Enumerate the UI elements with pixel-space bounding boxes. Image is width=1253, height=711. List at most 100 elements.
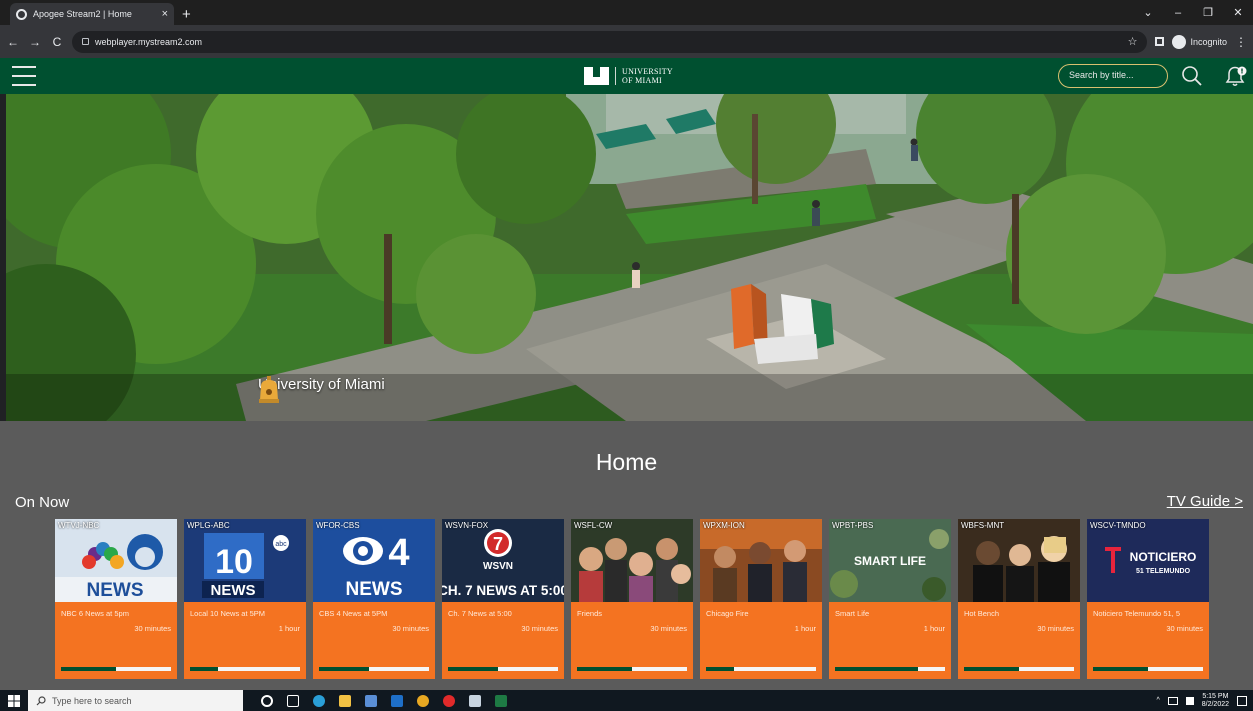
program-title: CBS 4 News at 5PM	[319, 609, 388, 618]
store-icon[interactable]	[365, 694, 377, 707]
taskbar-apps	[261, 694, 507, 707]
program-title: Noticiero Telemundo 51, 5	[1093, 609, 1180, 618]
page-title: Home	[595, 449, 658, 475]
progress-fill	[706, 667, 734, 671]
windows-start-icon[interactable]	[0, 690, 28, 711]
hero-caption: University of Miami	[258, 376, 385, 403]
channel-thumbnail: 7 WSVN CH. 7 NEWS AT 5:00 WSVN-FOX	[442, 519, 564, 602]
taskbar-clock[interactable]: 5:15 PM 8/2/2022	[1202, 693, 1229, 709]
tray-chevron-icon[interactable]: ^	[1156, 697, 1159, 704]
outlook-icon[interactable]	[391, 694, 403, 707]
channel-card[interactable]: NOTICIERO 51 TELEMUNDO WSCV-TMNDO Notici…	[1087, 519, 1209, 679]
paint-icon[interactable]	[469, 694, 481, 707]
excel-icon[interactable]	[495, 694, 507, 707]
lock-icon[interactable]	[82, 38, 89, 45]
program-progress-bar	[1093, 667, 1203, 671]
thumb-extra: WSVN	[483, 561, 513, 572]
app-header: UNIVERSITY OF MIAMI Search by title...	[0, 58, 1253, 94]
program-duration: 1 hour	[278, 624, 300, 633]
channel-thumbnail: WSFL-CW	[571, 519, 693, 602]
program-title: NBC 6 News at 5pm	[61, 609, 129, 618]
reload-button[interactable]: C	[50, 35, 64, 49]
channel-callsign: WPXM-ION	[703, 521, 745, 530]
channel-callsign: WSFL-CW	[574, 521, 613, 530]
channel-callsign: WTVJ-NBC	[58, 521, 100, 530]
university-logo[interactable]: UNIVERSITY OF MIAMI	[584, 67, 673, 85]
network-icon[interactable]	[1167, 696, 1178, 705]
progress-fill	[61, 667, 116, 671]
hero-banner: University of Miami	[6, 94, 1253, 421]
taskbar-search-placeholder: Type here to search	[52, 695, 132, 706]
bell-badge-icon	[259, 376, 279, 403]
logo-line-1: UNIVERSITY	[622, 67, 673, 76]
address-bar[interactable]: webplayer.mystream2.com ☆	[72, 30, 1148, 53]
section-heading-on-now: On Now	[15, 494, 70, 511]
browser-toolbar: ← → C webplayer.mystream2.com ☆ Incognit…	[0, 25, 1253, 58]
task-view-icon[interactable]	[287, 694, 299, 707]
restore-button[interactable]: ❐	[1193, 6, 1223, 19]
channel-card[interactable]: 4 NEWS WFOR-CBS CBS 4 News at 5PM 30 min…	[313, 519, 435, 679]
search-icon[interactable]	[1181, 65, 1203, 87]
channel-card[interactable]: NEWS WTVJ-NBC NBC 6 News at 5pm 30 minut…	[55, 519, 177, 679]
cortana-icon[interactable]	[261, 694, 273, 707]
program-progress-bar	[706, 667, 816, 671]
url-text[interactable]: webplayer.mystream2.com	[95, 37, 1122, 47]
channel-card[interactable]: 10 abc NEWS WPLG-ABC Local 10 News at 5P…	[184, 519, 306, 679]
progress-fill	[190, 667, 218, 671]
channel-card[interactable]: SMART LIFE WPBT-PBS Smart Life 1 hour	[829, 519, 951, 679]
tv-guide-link[interactable]: TV Guide >	[1167, 493, 1243, 510]
program-title: Local 10 News at 5PM	[190, 609, 266, 618]
bookmark-star-icon[interactable]: ☆	[1128, 35, 1138, 48]
program-duration: 30 minutes	[392, 624, 429, 633]
program-progress-bar	[964, 667, 1074, 671]
edge-icon[interactable]	[313, 694, 325, 707]
program-duration: 1 hour	[794, 624, 816, 633]
browser-tab[interactable]: Apogee Stream2 | Home ×	[10, 3, 174, 25]
channel-callsign: WPLG-ABC	[187, 521, 230, 530]
clock-time: 5:15 PM	[1202, 692, 1229, 700]
browser-tabbar: Apogee Stream2 | Home × + ⌄ ‒ ❐ ✕	[0, 0, 1253, 25]
logo-line-2: OF MIAMI	[622, 76, 662, 85]
program-progress-bar	[448, 667, 558, 671]
program-title: Ch. 7 News at 5:00	[448, 609, 512, 618]
extensions-icon[interactable]	[1155, 37, 1165, 46]
close-window-button[interactable]: ✕	[1223, 6, 1253, 19]
tab-close-icon[interactable]: ×	[162, 8, 168, 20]
notification-bell-icon[interactable]	[1222, 64, 1248, 88]
thumb-extra: abc	[275, 541, 287, 548]
system-tray: ^ 5:15 PM 8/2/2022	[1156, 690, 1247, 711]
opera-icon[interactable]	[443, 694, 455, 707]
volume-icon[interactable]	[1185, 696, 1194, 705]
thumb-text: NEWS	[87, 580, 144, 601]
channel-card[interactable]: 7 WSVN CH. 7 NEWS AT 5:00 WSVN-FOX Ch. 7…	[442, 519, 564, 679]
forward-button[interactable]: →	[28, 35, 42, 49]
channel-card[interactable]: WSFL-CW Friends 30 minutes	[571, 519, 693, 679]
file-explorer-icon[interactable]	[339, 694, 351, 707]
channel-card[interactable]: WPXM-ION Chicago Fire 1 hour	[700, 519, 822, 679]
program-duration: 1 hour	[923, 624, 945, 633]
thumb-sub: 51 TELEMUNDO	[1136, 568, 1191, 575]
chrome-icon[interactable]	[417, 694, 429, 707]
thumb-text: CH. 7 NEWS AT 5:00	[442, 583, 564, 598]
program-title: Hot Bench	[964, 609, 1000, 618]
incognito-label: Incognito	[1190, 36, 1227, 47]
thumb-text: NOTICIERO	[1130, 550, 1197, 564]
tab-search-icon[interactable]: ⌄	[1133, 6, 1163, 19]
incognito-indicator[interactable]: Incognito	[1172, 34, 1227, 49]
back-button[interactable]: ←	[6, 35, 20, 49]
new-tab-button[interactable]: +	[182, 6, 191, 23]
browser-menu-icon[interactable]: ⋮	[1235, 35, 1247, 49]
channel-card[interactable]: WBFS-MNT Hot Bench 30 minutes	[958, 519, 1080, 679]
notifications-icon[interactable]	[1237, 695, 1247, 706]
minimize-button[interactable]: ‒	[1163, 7, 1193, 19]
thumb-big: 7	[493, 534, 503, 554]
channel-thumbnail: 4 NEWS WFOR-CBS	[313, 519, 435, 602]
taskbar-search-input[interactable]: Type here to search	[28, 690, 243, 711]
program-duration: 30 minutes	[134, 624, 171, 633]
progress-fill	[448, 667, 498, 671]
on-now-carousel: NEWS WTVJ-NBC NBC 6 News at 5pm 30 minut…	[55, 519, 1209, 679]
hamburger-icon[interactable]	[12, 66, 36, 86]
program-title: Chicago Fire	[706, 609, 749, 618]
progress-fill	[1093, 667, 1148, 671]
search-input[interactable]: Search by title...	[1058, 64, 1168, 88]
